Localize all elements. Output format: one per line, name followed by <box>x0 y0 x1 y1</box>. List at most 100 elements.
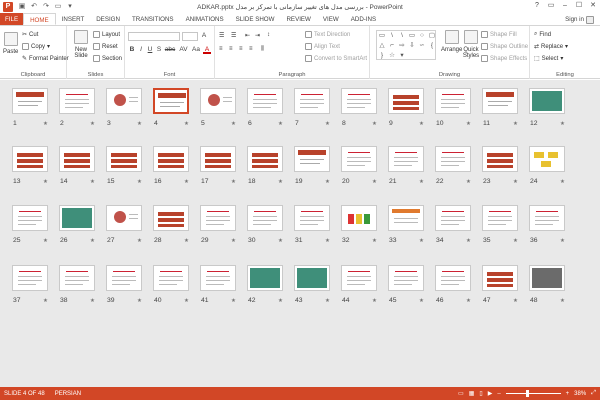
convert-smartart-button[interactable]: Convert to SmartArt <box>305 55 367 62</box>
slide-thumbnail[interactable] <box>59 205 95 231</box>
text-box-shape-icon[interactable]: ▭ <box>377 31 387 41</box>
tab-animations[interactable]: ANIMATIONS <box>180 13 230 25</box>
slide-thumbnail[interactable] <box>153 88 189 114</box>
transition-star-icon[interactable]: ★ <box>43 238 48 244</box>
slide-thumbnail[interactable] <box>247 146 283 172</box>
slide-thumbnail[interactable] <box>247 88 283 114</box>
fit-slide-icon[interactable]: ⤢ <box>591 390 596 397</box>
line-shape-icon[interactable]: \ <box>387 31 397 41</box>
slide-thumbnail[interactable] <box>200 265 236 291</box>
shape-effects-button[interactable]: Shape Effects <box>481 55 527 62</box>
slide-thumbnail[interactable] <box>529 88 565 114</box>
star-shape-icon[interactable]: ☆ <box>387 51 397 61</box>
slide-thumbnail[interactable] <box>106 88 142 114</box>
slide-thumbnail[interactable] <box>435 146 471 172</box>
slide-thumbnail[interactable] <box>529 265 565 291</box>
transition-star-icon[interactable]: ★ <box>372 238 377 244</box>
slide-thumbnail[interactable] <box>59 88 95 114</box>
slide-thumbnail[interactable] <box>59 265 95 291</box>
slide-thumbnail[interactable] <box>106 205 142 231</box>
language-indicator[interactable]: PERSIAN <box>55 391 81 397</box>
slide-thumbnail[interactable] <box>388 205 424 231</box>
slide-sorter[interactable]: 1 ★ 2 ★ 3 ★ 4 ★ 5 ★ 6 ★ 7 ★ 8 ★ 9 ★ 10 ★ 11 ★ 12 ★ 13 ★ 14 ★ 15 ★ 16 ★ 1… <box>0 80 600 387</box>
transition-star-icon[interactable]: ★ <box>513 121 518 127</box>
sign-in[interactable]: Sign in <box>565 13 594 26</box>
slide-thumbnail[interactable] <box>12 205 48 231</box>
undo-icon[interactable]: ↶ <box>30 3 38 11</box>
transition-star-icon[interactable]: ★ <box>513 238 518 244</box>
transition-star-icon[interactable]: ★ <box>278 179 283 185</box>
slide-thumbnail[interactable] <box>153 265 189 291</box>
slide-thumbnail[interactable] <box>435 265 471 291</box>
font-name-field[interactable] <box>128 32 180 41</box>
zoom-level[interactable]: 38% <box>574 391 586 397</box>
transition-star-icon[interactable]: ★ <box>466 238 471 244</box>
slide-thumbnail[interactable] <box>482 205 518 231</box>
transition-star-icon[interactable]: ★ <box>372 121 377 127</box>
transition-star-icon[interactable]: ★ <box>137 179 142 185</box>
shapes-gallery[interactable]: ▭ \ \ ▭ ○ ▢ △ ⌐ ⇨ ⇩ ∽ { } ☆ ▾ <box>376 30 436 60</box>
line-spacing-button[interactable]: ↕ <box>267 32 270 38</box>
increase-font-icon[interactable]: A <box>200 32 208 40</box>
copy-button[interactable]: Copy ▾ <box>22 43 50 50</box>
slide-thumbnail[interactable] <box>388 146 424 172</box>
triangle-shape-icon[interactable]: △ <box>377 41 387 51</box>
sorter-view-icon[interactable]: ▦ <box>469 390 475 397</box>
slide-thumbnail[interactable] <box>247 205 283 231</box>
tab-add-ins[interactable]: ADD-INS <box>345 13 382 25</box>
slide-thumbnail[interactable] <box>153 146 189 172</box>
zoom-in-icon[interactable]: + <box>566 391 570 397</box>
transition-star-icon[interactable]: ★ <box>184 298 189 304</box>
slide-thumbnail[interactable] <box>294 205 330 231</box>
tab-view[interactable]: VIEW <box>317 13 345 25</box>
transition-star-icon[interactable]: ★ <box>278 298 283 304</box>
transition-star-icon[interactable]: ★ <box>325 298 330 304</box>
slide-thumbnail[interactable] <box>294 88 330 114</box>
bullets-button[interactable]: ☰ <box>219 32 224 39</box>
transition-star-icon[interactable]: ★ <box>90 298 95 304</box>
arrow-down-shape-icon[interactable]: ⇩ <box>407 41 417 51</box>
transition-star-icon[interactable]: ★ <box>419 121 424 127</box>
slide-thumbnail[interactable] <box>435 88 471 114</box>
increase-indent-button[interactable]: ⇥ <box>255 32 260 39</box>
format-painter-button[interactable]: ✎ Format Painter <box>22 55 69 63</box>
bold-button[interactable]: B <box>128 46 136 54</box>
tab-design[interactable]: DESIGN <box>90 13 126 25</box>
section-button[interactable]: Section <box>93 55 122 62</box>
rounded-rect-shape-icon[interactable]: ▢ <box>427 31 437 41</box>
slide-thumbnail[interactable] <box>435 205 471 231</box>
font-size-field[interactable] <box>182 32 198 41</box>
customize-qat-icon[interactable]: ▾ <box>66 3 74 11</box>
change-case-button[interactable]: Aa <box>191 46 201 54</box>
slide-thumbnail[interactable] <box>529 205 565 231</box>
slide-thumbnail[interactable] <box>153 205 189 231</box>
shape-fill-button[interactable]: Shape Fill <box>481 31 517 38</box>
slide-thumbnail[interactable] <box>341 146 377 172</box>
start-slideshow-icon[interactable]: ▭ <box>54 3 62 11</box>
select-button[interactable]: ⬚ Select ▾ <box>534 55 563 63</box>
shape-outline-button[interactable]: Shape Outline <box>481 43 528 50</box>
slide-thumbnail[interactable] <box>529 146 565 172</box>
curve-shape-icon[interactable]: ∽ <box>417 41 427 51</box>
transition-star-icon[interactable]: ★ <box>560 179 565 185</box>
transition-star-icon[interactable]: ★ <box>137 121 142 127</box>
justify-button[interactable]: ≡ <box>249 46 253 52</box>
more-shapes-icon[interactable]: ▾ <box>397 51 407 61</box>
slide-thumbnail[interactable] <box>388 88 424 114</box>
tab-slide-show[interactable]: SLIDE SHOW <box>230 13 281 25</box>
reading-view-icon[interactable]: ▯ <box>479 390 482 397</box>
tab-home[interactable]: HOME <box>23 13 56 25</box>
transition-star-icon[interactable]: ★ <box>43 179 48 185</box>
align-center-button[interactable]: ≡ <box>229 46 233 52</box>
transition-star-icon[interactable]: ★ <box>372 298 377 304</box>
transition-star-icon[interactable]: ★ <box>325 238 330 244</box>
shadow-button[interactable]: S <box>155 46 163 54</box>
transition-star-icon[interactable]: ★ <box>231 298 236 304</box>
underline-button[interactable]: U <box>146 46 154 54</box>
zoom-thumb[interactable] <box>525 390 529 397</box>
transition-star-icon[interactable]: ★ <box>325 179 330 185</box>
help-button[interactable]: ? <box>530 0 544 12</box>
find-button[interactable]: ⌕ Find <box>534 31 551 38</box>
curly-brace-shape-icon[interactable]: { <box>427 41 437 51</box>
powerpoint-icon[interactable]: P <box>3 1 13 12</box>
